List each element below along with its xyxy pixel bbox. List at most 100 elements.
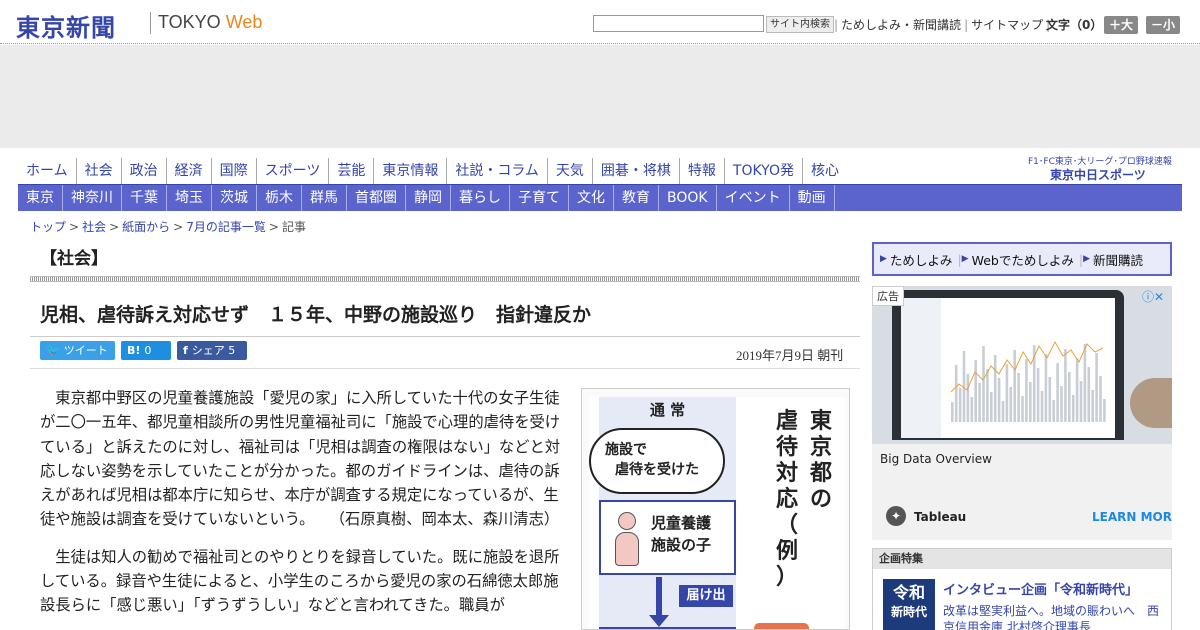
logo-web-text: Web bbox=[225, 12, 263, 32]
article-date: 2019年7月9日 朝刊 bbox=[736, 348, 844, 363]
global-nav-item[interactable]: 特報 bbox=[678, 158, 724, 184]
chunichi-sports-banner[interactable]: F1･FC東京･大リーグ･プロ野球速報 東京中日スポーツ bbox=[1024, 154, 1182, 182]
feature-thumbnail[interactable]: 令和 新時代 bbox=[883, 579, 935, 630]
tweet-label: ツイート bbox=[63, 344, 108, 357]
hatena-icon: B! bbox=[127, 344, 141, 357]
tableau-logo-icon: ✦ bbox=[886, 506, 906, 526]
child-box-line: 児童養護 bbox=[651, 514, 712, 532]
sidebar-ad[interactable]: 広告 ⓘ✕ Big Data Overview ✦ Tableau LEARN … bbox=[872, 286, 1172, 540]
breadcrumb: トップ > 社会 > 紙面から >7月の記事一覧 > 記事 bbox=[30, 220, 306, 234]
region-nav-item[interactable]: 栃木 bbox=[257, 185, 302, 211]
region-nav-item[interactable]: 動画 bbox=[790, 185, 835, 211]
font-larger-button[interactable]: ＋大 bbox=[1104, 16, 1139, 34]
region-nav-item[interactable]: 首都圏 bbox=[347, 185, 406, 211]
region-nav-item[interactable]: 静岡 bbox=[406, 185, 451, 211]
site-search-button[interactable]: サイト内検索 bbox=[766, 16, 834, 33]
region-nav-item[interactable]: BOOK bbox=[659, 185, 717, 211]
header-link-sitemap[interactable]: サイトマップ bbox=[968, 18, 1046, 32]
global-nav: ホーム 社会 政治 経済 国際 スポーツ 芸能 東京情報 社説・コラム 天気 囲碁・将棋 特報 TOKY… bbox=[18, 158, 847, 184]
date-divider bbox=[30, 368, 860, 369]
region-nav-item[interactable]: 神奈川 bbox=[63, 185, 122, 211]
region-nav-item[interactable]: 東京 bbox=[18, 185, 63, 211]
thumb-text: 令和 bbox=[892, 583, 925, 602]
site-header: 東京新聞 TOKYO Web サイト内検索 | ためしよみ・新聞講読 | サイトマップ… bbox=[0, 0, 1200, 44]
logo-divider bbox=[150, 12, 151, 34]
headline-divider bbox=[30, 336, 860, 337]
trial-link[interactable]: ためしよみ bbox=[887, 250, 958, 269]
web-trial-link[interactable]: Webでためしよみ bbox=[969, 250, 1079, 269]
region-nav-item[interactable]: イベント bbox=[717, 185, 790, 211]
region-nav-item[interactable]: 埼玉 bbox=[167, 185, 212, 211]
article-body: 東京都中野区の児童養護施設「愛児の家」に入所していた十代の女子生徒が二〇一五年、… bbox=[40, 386, 568, 630]
article-figure[interactable]: 通 常 施設で 虐待を受けた 児童養護 施設の子 届け出 東京都の 虐待対応（例… bbox=[581, 388, 850, 630]
region-nav-item[interactable]: 暮らし bbox=[451, 185, 510, 211]
region-nav-item[interactable]: 茨城 bbox=[212, 185, 257, 211]
global-nav-item[interactable]: ホーム bbox=[18, 158, 76, 184]
region-nav-item[interactable]: 文化 bbox=[569, 185, 614, 211]
global-nav-item[interactable]: 核心 bbox=[801, 158, 847, 184]
region-nav-item[interactable]: 教育 bbox=[614, 185, 659, 211]
site-logo-jp[interactable]: 東京新聞 bbox=[16, 8, 116, 43]
region-nav-item[interactable]: 千葉 bbox=[122, 185, 167, 211]
region-nav-item[interactable]: 子育て bbox=[510, 185, 569, 211]
ad-label: 広告 bbox=[872, 286, 904, 306]
hand-illustration bbox=[1130, 378, 1172, 428]
global-nav-item[interactable]: TOKYO発 bbox=[723, 158, 802, 184]
feature-header: 企画特集 bbox=[873, 549, 1171, 569]
figure-title-col2: 虐待対応（例） bbox=[775, 409, 798, 590]
child-box-text: 児童養護 施設の子 bbox=[651, 512, 711, 556]
bubble-line: 虐待を受けた bbox=[615, 462, 699, 478]
article-paragraph: 東京都中野区の児童養護施設「愛児の家」に入所していた十代の女子生徒が二〇一五年、… bbox=[40, 389, 561, 529]
tweet-button[interactable]: 🐦 ツイート bbox=[40, 341, 115, 360]
global-nav-item[interactable]: 芸能 bbox=[328, 158, 373, 184]
header-links: | ためしよみ・新聞講読 | サイトマップ | bbox=[834, 18, 1051, 32]
breadcrumb-top[interactable]: トップ bbox=[30, 220, 66, 234]
feature-description[interactable]: 改革は堅実利益へ。地域の賑わいへ 西京信用金庫 北村啓介理事長 bbox=[943, 603, 1163, 630]
breadcrumb-society[interactable]: 社会 bbox=[82, 220, 106, 234]
dashboard-chart-illustration bbox=[951, 340, 1106, 422]
breadcrumb-print[interactable]: 紙面から bbox=[122, 220, 170, 234]
facebook-label: シェア bbox=[191, 344, 225, 357]
global-nav-item[interactable]: 天気 bbox=[546, 158, 592, 184]
section-title: 【社会】 bbox=[40, 249, 108, 269]
article-headline: 児相、虐待訴え対応せず １５年、中野の施設巡り 指針違反か bbox=[40, 304, 592, 326]
twitter-icon: 🐦 bbox=[46, 344, 60, 357]
adchoices-icon[interactable]: ⓘ✕ bbox=[1142, 288, 1164, 305]
global-nav-item[interactable]: 社会 bbox=[75, 158, 121, 184]
figure-title-col1: 東京都の bbox=[809, 409, 832, 512]
article-paragraph: 生徒は知人の勧めで福祉司とのやりとりを録音していた。既に施設を退所している。録音… bbox=[40, 547, 560, 615]
ad-image bbox=[872, 286, 1172, 444]
global-nav-item[interactable]: スポーツ bbox=[255, 158, 329, 184]
subscription-link[interactable]: 新聞購読 bbox=[1090, 250, 1148, 269]
figure-title: 東京都の 虐待対応（例） bbox=[764, 409, 840, 629]
bubble-line: 施設で bbox=[605, 442, 647, 458]
site-logo-en[interactable]: TOKYO Web bbox=[158, 12, 262, 33]
child-figure-icon bbox=[615, 512, 639, 566]
ad-learn-more-button[interactable]: LEARN MORE bbox=[1092, 510, 1172, 524]
subscribe-bar: ▶ ためしよみ | ▶ Webでためしよみ | ▶ 新聞購読 bbox=[872, 242, 1172, 276]
facebook-share-button[interactable]: f シェア 5 bbox=[177, 341, 247, 360]
global-nav-item[interactable]: 国際 bbox=[210, 158, 256, 184]
region-nav-item[interactable]: 群馬 bbox=[302, 185, 347, 211]
site-search-input[interactable] bbox=[593, 15, 764, 32]
region-nav: 東京 神奈川 千葉 埼玉 茨城 栃木 群馬 首都圏 静岡 暮らし 子育て 文化 教育 BOOK イベント 動画 bbox=[18, 185, 1182, 211]
feature-title-link[interactable]: インタビュー企画「令和新時代」 bbox=[943, 579, 1138, 598]
global-nav-item[interactable]: 東京情報 bbox=[373, 158, 446, 184]
breadcrumb-july[interactable]: 7月の記事一覧 bbox=[186, 220, 266, 234]
ad-brand: Tableau bbox=[914, 510, 967, 524]
global-nav-item[interactable]: 囲碁・将棋 bbox=[591, 158, 679, 184]
figure-child-box: 児童養護 施設の子 bbox=[599, 500, 736, 575]
top-ad-area bbox=[0, 45, 1200, 148]
feature-box: 企画特集 令和 新時代 インタビュー企画「令和新時代」 改革は堅実利益へ。地域の… bbox=[872, 548, 1172, 630]
font-smaller-button[interactable]: －小 bbox=[1146, 16, 1181, 34]
global-nav-item[interactable]: 社説・コラム bbox=[446, 158, 547, 184]
figure-speech-bubble: 施設で 虐待を受けた bbox=[589, 428, 725, 494]
figure-arrow-head bbox=[649, 615, 669, 627]
ad-title[interactable]: Big Data Overview bbox=[880, 452, 992, 466]
global-nav-item[interactable]: 政治 bbox=[120, 158, 166, 184]
section-divider bbox=[30, 276, 860, 282]
chunichi-logo: 東京中日スポーツ bbox=[1050, 168, 1146, 182]
hatena-bookmark-button[interactable]: B! 0 bbox=[121, 341, 171, 360]
global-nav-item[interactable]: 経済 bbox=[165, 158, 211, 184]
header-link-subscribe[interactable]: ためしよみ・新聞講読 bbox=[838, 18, 964, 32]
